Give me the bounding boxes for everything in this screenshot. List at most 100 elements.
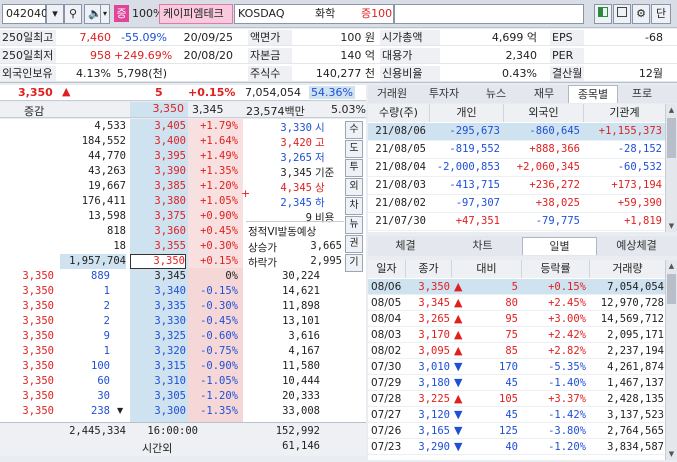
up-arrow-icon: ▲ (454, 280, 463, 293)
daily-change: 170 (499, 361, 518, 373)
bid-qty: 33,008 (282, 405, 320, 417)
bid-row[interactable]: 3,350 9 3,325 -0.60% 3,616 (0, 329, 366, 344)
scroll-down-icon[interactable]: ▼ (666, 448, 677, 460)
investor-row[interactable]: 21/08/05 -819,552 +888,366 -28,152 (368, 141, 665, 159)
daily-tab-3[interactable]: 예상체결 (599, 237, 674, 255)
daily-volume: 7,054,054 (607, 281, 664, 293)
investor-row[interactable]: 21/08/06 -295,673 -860,645 +1,155,373 (368, 123, 665, 141)
up-arrow-icon: ▲ (454, 296, 463, 309)
daily-close: 3,345 (418, 297, 450, 309)
tab-5[interactable]: 프로 (622, 85, 662, 103)
daily-row[interactable]: 07/26 3,165 ▼ 125 -3.80% 2,764,565 (368, 423, 665, 439)
scroll-up-icon[interactable]: ▲ (666, 104, 677, 116)
price-rate: +0.15% (188, 86, 236, 99)
ask-qty: 176,411 (81, 195, 126, 207)
ohlc-value: 3,345 (280, 167, 312, 179)
tab-2[interactable]: 뉴스 (472, 85, 520, 103)
side-button[interactable]: 차 (345, 197, 363, 215)
daily-row[interactable]: 07/28 3,225 ▲ 105 +3.37% 2,428,135 (368, 391, 665, 407)
bid-rate: -0.45% (200, 315, 238, 327)
bid-row[interactable]: 3,350 30 3,305 -1.20% 20,333 (0, 389, 366, 404)
bid-qty: 14,621 (282, 285, 320, 297)
speaker-dropdown[interactable]: ▾ (100, 4, 110, 24)
dropdown-button[interactable]: ▾ (46, 4, 64, 24)
bid-qty: 4,167 (288, 345, 320, 357)
side-button[interactable]: 기 (345, 254, 363, 272)
bid-row[interactable]: 3,350 238 3,300 -1.35% 33,008 (0, 404, 366, 419)
tick-price: 3,350 (22, 405, 54, 417)
ohlc-value: 3,330 (280, 122, 312, 134)
investor-row[interactable]: 21/08/02 -97,307 +38,025 +59,390 (368, 195, 665, 213)
side-button[interactable]: 권 (345, 235, 363, 253)
investor-cell: +47,351 (455, 215, 500, 227)
investor-row[interactable]: 21/08/04 -2,000,853 +2,060,345 -60,532 (368, 159, 665, 177)
stock-name-field[interactable]: 케이피엠테크 (159, 4, 233, 24)
scroll-down-icon[interactable]: ▼ (666, 220, 677, 232)
daily-row[interactable]: 07/29 3,180 ▼ 45 -1.40% 1,467,137 (368, 375, 665, 391)
info-field-empty (394, 4, 584, 24)
daily-row[interactable]: 08/04 3,265 ▲ 95 +3.00% 14,569,712 (368, 311, 665, 327)
tick-qty: 30 (97, 390, 110, 402)
tab-1[interactable]: 투자자 (420, 85, 468, 103)
total-bid: 152,992 (275, 425, 320, 437)
info-label: 액면가 (248, 30, 292, 45)
bid-row[interactable]: 3,350 2 3,335 -0.30% 11,898 (0, 299, 366, 314)
side-button[interactable]: 도 (345, 140, 363, 158)
daily-change: 75 (505, 329, 518, 341)
single-button[interactable]: 단 (651, 4, 671, 24)
scroll-thumb[interactable] (667, 274, 676, 304)
chart-button[interactable] (613, 4, 631, 24)
daily-tab-1[interactable]: 차트 (445, 237, 520, 255)
info-value: -55.09% (121, 31, 167, 44)
scroll-down-icon[interactable]: ▼ (117, 406, 123, 415)
daily-row[interactable]: 08/05 3,345 ▲ 80 +2.45% 12,970,728 (368, 295, 665, 311)
daily-row[interactable]: 07/23 3,290 ▼ 40 -1.20% 3,834,587 (368, 439, 665, 455)
daily-date: 07/28 (371, 393, 402, 405)
daily-rate: +0.15% (548, 281, 586, 293)
scroll-thumb[interactable] (667, 118, 676, 158)
search-button[interactable]: ⚲ (64, 4, 82, 24)
daily-row[interactable]: 08/06 3,350 ▲ 5 +0.15% 7,054,054 (368, 279, 665, 295)
info-label: 신용비율 (380, 66, 440, 81)
daily-date: 08/03 (371, 329, 402, 341)
tab-4[interactable]: 종목별 (568, 85, 618, 103)
info-row: 외국인보유 4.13% 5,798(천) 주식수 140,277 천 신용비율 0.43% 결… (0, 65, 677, 82)
settings-button[interactable]: ⚙ (632, 4, 650, 24)
side-button[interactable]: 수 (345, 121, 363, 139)
daily-change: 125 (499, 425, 518, 437)
bid-row[interactable]: 3,350 2 3,330 -0.45% 13,101 (0, 314, 366, 329)
tab-3[interactable]: 재무 (524, 85, 564, 103)
bid-row[interactable]: 3,350 1 3,320 -0.75% 4,167 (0, 344, 366, 359)
bid-row[interactable]: 3,350 1 3,340 -0.15% 14,621 (0, 284, 366, 299)
investor-row[interactable]: 21/08/03 -413,715 +236,272 +173,194 (368, 177, 665, 195)
daily-header: 대비 (452, 260, 522, 278)
investor-row[interactable]: 21/07/30 +47,351 -79,775 +1,819 (368, 213, 665, 231)
daily-tab-2[interactable]: 일별 (522, 237, 597, 255)
daily-scrollbar[interactable]: ▲ ▼ (665, 260, 677, 460)
scroll-up-icon[interactable]: ▲ (666, 260, 677, 272)
daily-row[interactable]: 07/27 3,120 ▼ 45 -1.42% 3,137,523 (368, 407, 665, 423)
daily-row[interactable]: 08/03 3,170 ▲ 75 +2.42% 2,095,171 (368, 327, 665, 343)
down-arrow-icon: ▼ (454, 376, 463, 389)
bid-price: 3,310 (154, 375, 186, 387)
side-button[interactable]: 뉴 (345, 216, 363, 234)
bid-row[interactable]: 3,350 60 3,310 -1.05% 10,444 (0, 374, 366, 389)
stock-code-input[interactable]: 042040 (2, 4, 48, 24)
bid-qty: 10,444 (282, 375, 320, 387)
daily-tab-0[interactable]: 체결 (368, 237, 443, 255)
investor-scrollbar[interactable]: ▲ ▼ (665, 104, 677, 232)
side-button[interactable]: 투 (345, 159, 363, 177)
chevron-down-icon: ▾ (102, 9, 107, 18)
tab-0[interactable]: 거래원 (368, 85, 416, 103)
daily-row[interactable]: 08/02 3,095 ▲ 85 +2.82% 2,237,194 (368, 343, 665, 359)
time: 16:00:00 (147, 425, 198, 437)
ask-price: 3,390 (154, 165, 186, 177)
investor-cell: 21/08/06 (375, 125, 426, 137)
bid-row[interactable]: 3,350 889 3,345 0% 30,224 (0, 269, 366, 284)
plus-icon: + (241, 187, 251, 200)
bid-row[interactable]: 3,350 100 3,315 -0.90% 11,580 (0, 359, 366, 374)
side-button[interactable]: 외 (345, 178, 363, 196)
ask-qty: 184,552 (81, 135, 126, 147)
layout-button[interactable] (594, 4, 612, 24)
daily-row[interactable]: 07/30 3,010 ▼ 170 -5.35% 4,261,874 (368, 359, 665, 375)
